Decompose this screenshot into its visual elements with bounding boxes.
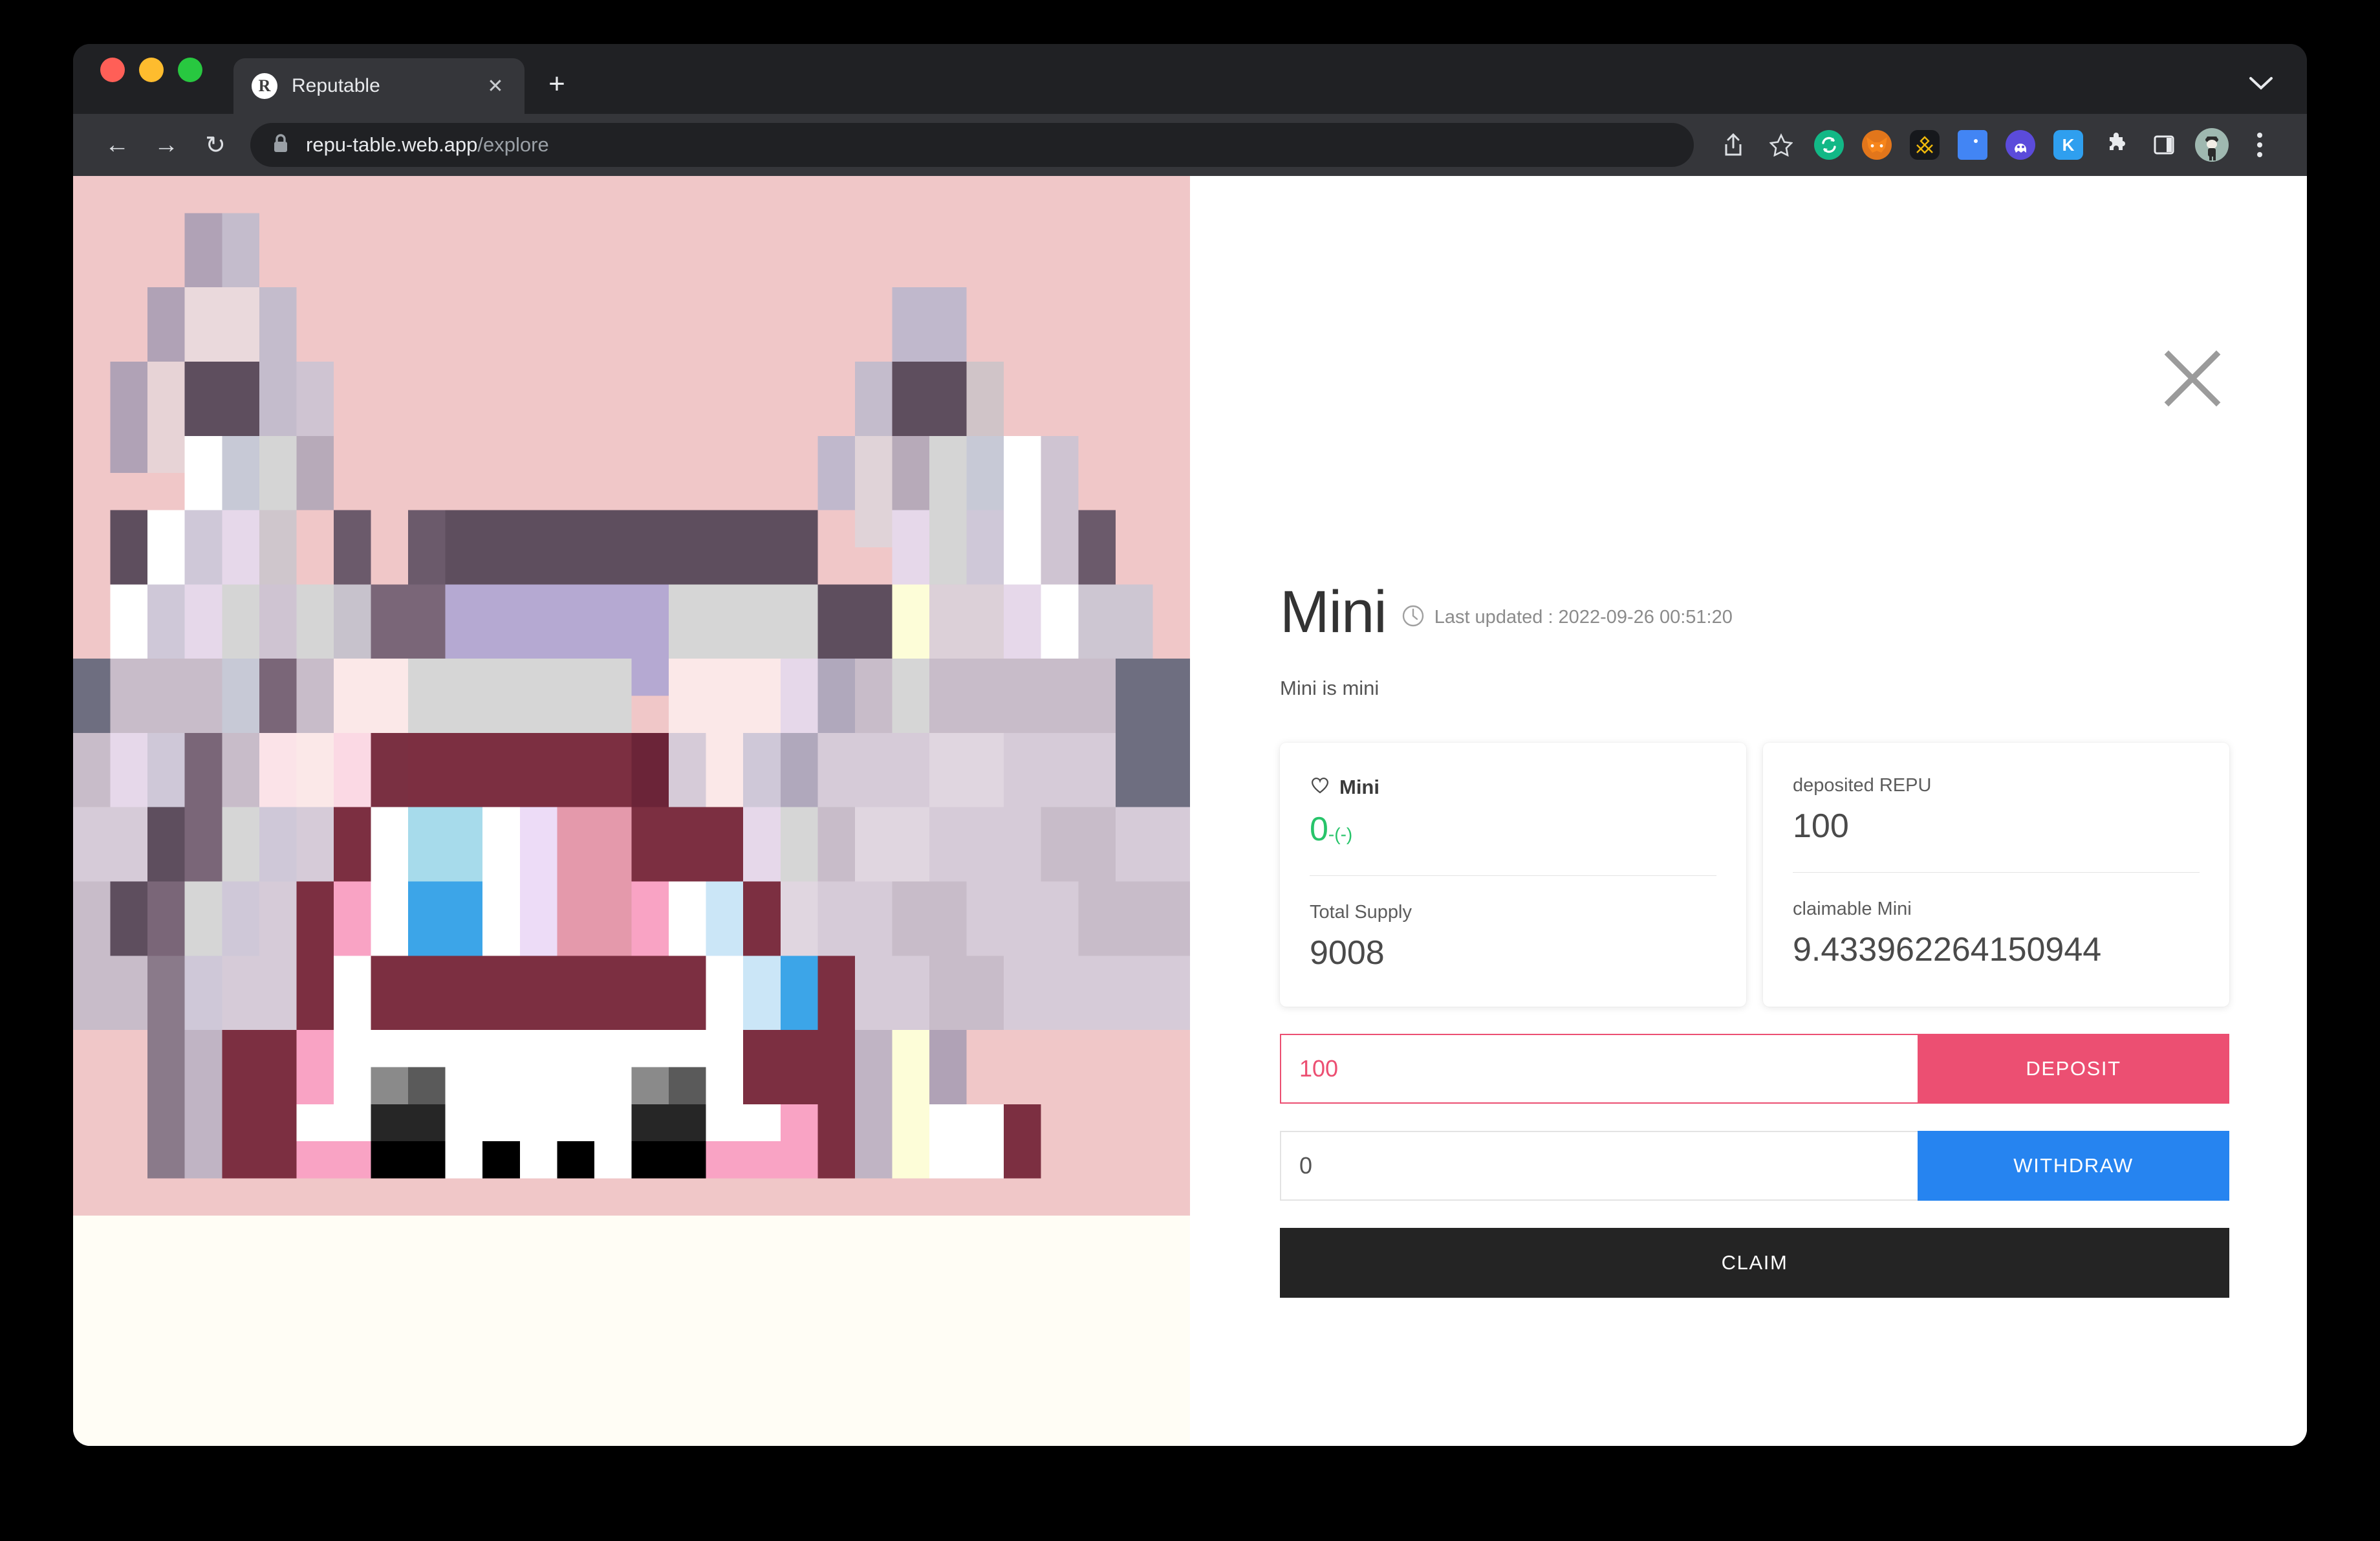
minimize-window-button[interactable]	[139, 58, 164, 82]
lock-icon	[272, 133, 289, 157]
card-divider	[1310, 875, 1716, 877]
stat-row-claimable-mini: claimable Mini 9.433962264150944	[1793, 899, 2200, 968]
extensions-puzzle-icon[interactable]	[2095, 124, 2137, 166]
extension-binance-icon[interactable]	[1903, 124, 1946, 166]
stats-card-position: deposited REPU 100 claimable Mini 9.4339…	[1763, 743, 2229, 1007]
deposit-amount-input[interactable]	[1280, 1034, 1918, 1104]
extension-phantom-ghost-icon[interactable]	[1999, 124, 2042, 166]
token-detail-panel: Mini Last updated : 2022-09-26 00:51:20 …	[1190, 176, 2307, 1446]
stat-value-sub: -(-)	[1328, 824, 1353, 844]
bookmark-star-icon[interactable]	[1760, 124, 1802, 166]
stats-cards: Mini 0-(-) Total Supply 9008 deposited R…	[1280, 743, 2229, 1007]
stats-card-token: Mini 0-(-) Total Supply 9008	[1280, 743, 1746, 1007]
extension-green-sync-icon[interactable]	[1808, 124, 1850, 166]
token-description: Mini is mini	[1280, 677, 1379, 699]
stat-row-deposited-repu: deposited REPU 100	[1793, 775, 2200, 845]
title-row: Mini Last updated : 2022-09-26 00:51:20	[1280, 582, 2229, 642]
reload-icon[interactable]: ↻	[191, 120, 240, 169]
clock-icon	[1401, 604, 1425, 631]
stat-label: Total Supply	[1310, 902, 1412, 923]
heart-icon	[1310, 775, 1330, 800]
extension-blue-icon[interactable]	[1951, 124, 1994, 166]
tab-strip-right	[2245, 72, 2277, 94]
tab-favicon-icon: R	[252, 73, 277, 99]
stat-row-token-balance: Mini 0-(-)	[1310, 775, 1716, 848]
detail-content: Mini Last updated : 2022-09-26 00:51:20 …	[1280, 582, 2229, 1298]
stat-label: claimable Mini	[1793, 899, 1912, 920]
browser-tab[interactable]: R Reputable ✕	[233, 58, 525, 114]
last-updated-text: Last updated : 2022-09-26 00:51:20	[1434, 607, 1733, 628]
card-divider	[1793, 872, 2200, 873]
tab-title: Reputable	[292, 75, 380, 96]
withdraw-button[interactable]: WITHDRAW	[1918, 1131, 2229, 1201]
tab-strip: R Reputable ✕ +	[73, 44, 2307, 114]
browser-window: R Reputable ✕ + ← → ↻ repu-table.web.app…	[73, 44, 2307, 1446]
chevron-down-icon[interactable]	[2245, 72, 2277, 94]
close-window-button[interactable]	[100, 58, 125, 82]
new-tab-button[interactable]: +	[541, 69, 572, 100]
stat-label-text: Mini	[1339, 776, 1379, 798]
back-icon[interactable]: ←	[92, 120, 142, 169]
page-content: Mini Last updated : 2022-09-26 00:51:20 …	[73, 176, 2307, 1446]
share-icon[interactable]	[1712, 124, 1755, 166]
withdraw-row: WITHDRAW	[1280, 1131, 2229, 1201]
url-text: repu-table.web.app/explore	[306, 133, 549, 157]
address-bar[interactable]: repu-table.web.app/explore	[250, 123, 1694, 167]
forward-icon[interactable]: →	[142, 120, 191, 169]
browser-toolbar: ← → ↻ repu-table.web.app/explore K	[73, 114, 2307, 176]
extension-metamask-icon[interactable]	[1855, 124, 1898, 166]
extension-kaikas-icon[interactable]: K	[2047, 124, 2090, 166]
stat-label: Mini	[1310, 775, 1716, 800]
stat-value: 9008	[1310, 934, 1385, 972]
stat-value-number: 0	[1310, 811, 1328, 848]
url-domain: repu-table.web.app	[306, 133, 478, 156]
stat-row-total-supply: Total Supply 9008	[1310, 902, 1716, 972]
stat-value: 0-(-)	[1310, 811, 1716, 848]
claim-button[interactable]: CLAIM	[1280, 1228, 2229, 1298]
toolbar-icons: K	[1709, 124, 2284, 166]
withdraw-amount-input[interactable]	[1280, 1131, 1918, 1201]
side-panel-icon[interactable]	[2143, 124, 2185, 166]
nft-pixel-art	[73, 176, 1190, 1216]
stat-value: 100	[1793, 807, 1849, 845]
close-icon[interactable]	[2157, 343, 2228, 414]
deposit-row: DEPOSIT	[1280, 1034, 2229, 1104]
url-path: /explore	[477, 133, 549, 156]
profile-avatar[interactable]	[2191, 124, 2233, 166]
stat-value: 9.433962264150944	[1793, 931, 2102, 969]
last-updated: Last updated : 2022-09-26 00:51:20	[1401, 604, 1733, 631]
maximize-window-button[interactable]	[178, 58, 202, 82]
stat-label: deposited REPU	[1793, 775, 1932, 796]
nft-image-panel	[73, 176, 1190, 1446]
tab-close-icon[interactable]: ✕	[482, 72, 509, 100]
window-traffic-lights	[100, 44, 202, 114]
page-title: Mini	[1280, 579, 1387, 645]
deposit-button[interactable]: DEPOSIT	[1918, 1034, 2229, 1104]
browser-menu-icon[interactable]	[2238, 124, 2281, 166]
